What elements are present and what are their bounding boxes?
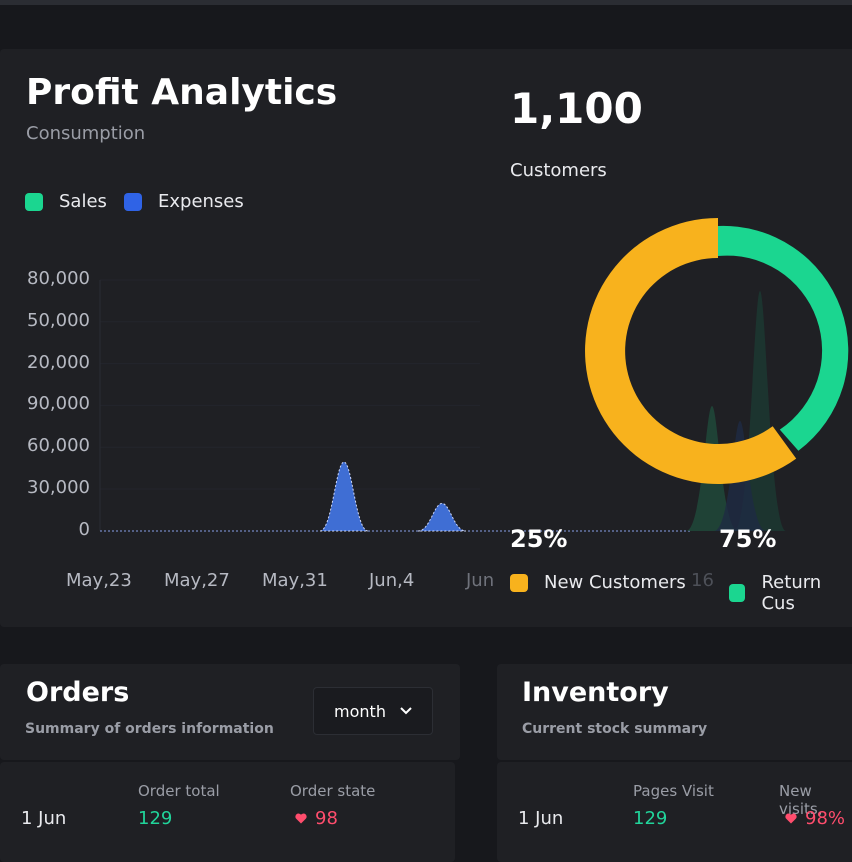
heart-icon [785, 813, 797, 824]
order-total-header: Order total [138, 782, 220, 800]
x-tick: May,31 [262, 570, 328, 591]
profit-subtitle: Consumption [26, 123, 146, 144]
legend-return-customers[interactable]: Return Cus [729, 572, 852, 614]
legend-return-customers-label: Return Cus [761, 572, 822, 614]
pages-visit-header: Pages Visit [633, 782, 714, 800]
heart-icon [295, 813, 307, 824]
chevron-down-icon [400, 707, 412, 715]
order-date: 1 Jun [21, 808, 67, 829]
return-customers-percent: 75% [719, 525, 777, 553]
x-tick: Jun [466, 570, 495, 591]
new-visits-value: 98% [785, 808, 845, 829]
orders-title: Orders [26, 677, 130, 708]
expenses-swatch [124, 192, 142, 211]
orders-subtitle: Summary of orders information [25, 721, 274, 737]
legend-expenses[interactable]: Expenses [124, 191, 244, 212]
new-visits-number: 98% [805, 808, 846, 829]
sales-swatch [25, 192, 43, 211]
customers-label: Customers [510, 160, 607, 181]
customers-donut-chart [585, 218, 849, 485]
legend-sales[interactable]: Sales [25, 191, 107, 212]
inventory-subtitle: Current stock summary [522, 721, 708, 737]
period-select-value: month [334, 701, 386, 721]
order-state-value: 98 [295, 808, 338, 829]
inventory-date: 1 Jun [518, 808, 564, 829]
orders-table-row [0, 762, 455, 862]
return-customers-swatch [729, 584, 746, 602]
legend-new-customers[interactable]: New Customers [510, 572, 686, 593]
profit-title: Profit Analytics [26, 72, 338, 113]
pages-visit-value: 129 [633, 808, 668, 829]
order-state-header: Order state [290, 782, 376, 800]
order-total-value: 129 [138, 808, 173, 829]
x-tick: 16 [691, 570, 714, 591]
order-state-number: 98 [315, 808, 338, 829]
new-customers-swatch [510, 573, 528, 592]
area-peak-expenses [319, 461, 369, 532]
donut-return-customers-segment [718, 225, 849, 451]
customers-total: 1,100 [510, 84, 643, 133]
inventory-title: Inventory [522, 677, 669, 708]
x-tick: Jun,4 [369, 570, 415, 591]
legend-sales-label: Sales [59, 191, 107, 212]
top-bar [0, 0, 852, 5]
legend-expenses-label: Expenses [158, 191, 244, 212]
period-select[interactable]: month [313, 687, 433, 735]
x-tick: May,23 [66, 570, 132, 591]
area-peak-expenses [417, 502, 467, 532]
legend-new-customers-label: New Customers [544, 572, 686, 593]
x-tick: May,27 [164, 570, 230, 591]
new-customers-percent: 25% [510, 525, 568, 553]
